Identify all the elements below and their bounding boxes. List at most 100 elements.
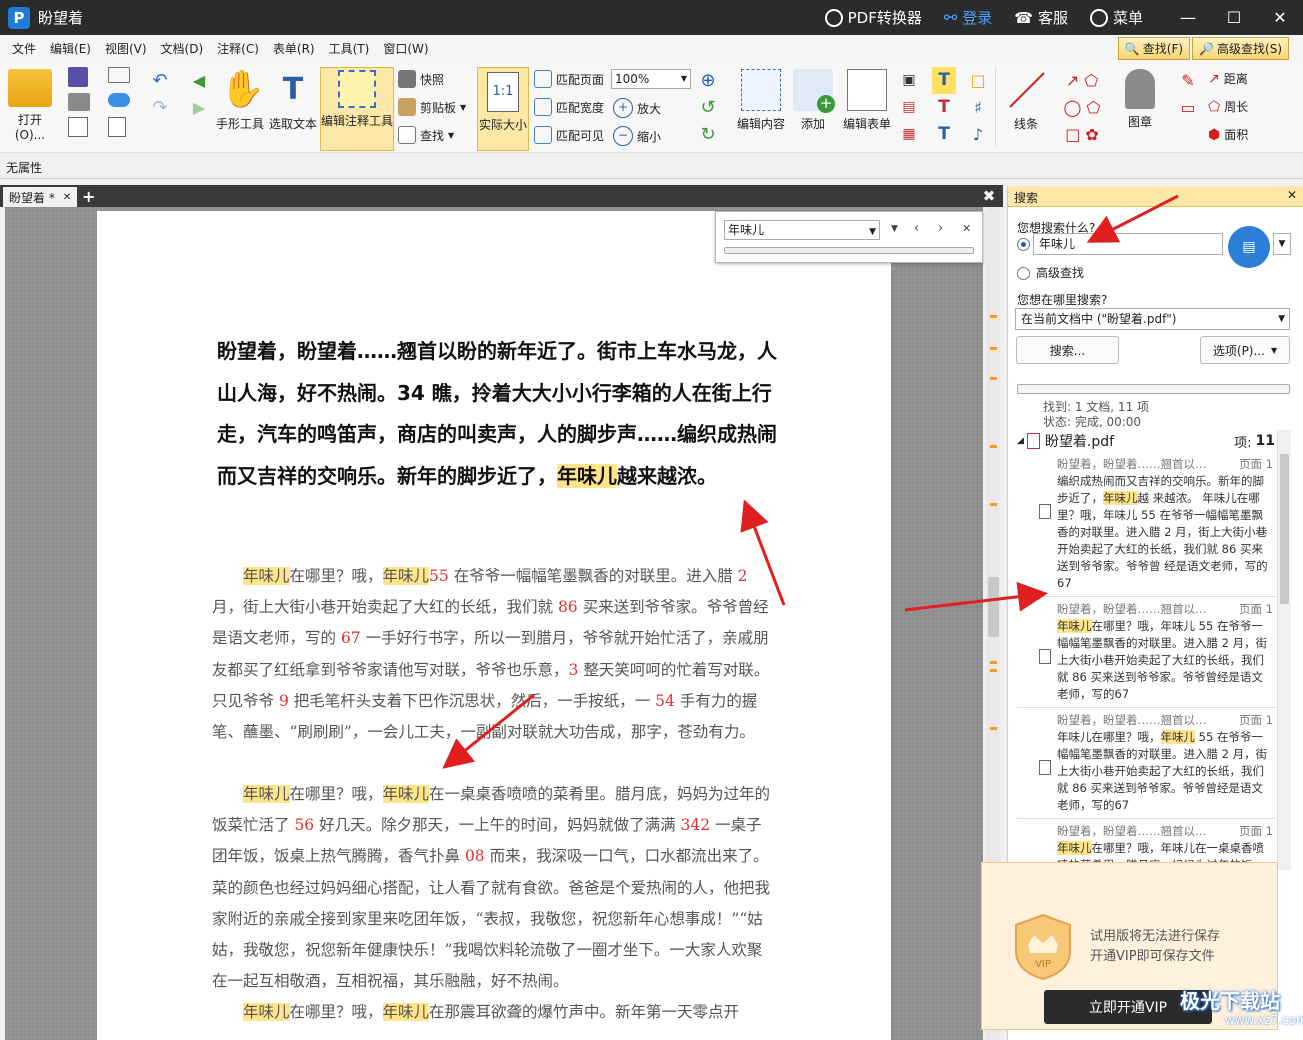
new-doc-icon[interactable]: [108, 117, 126, 137]
tab-document[interactable]: 盼望着 * ✕: [3, 187, 78, 207]
menu-window[interactable]: 窗口(W): [376, 40, 435, 57]
find-next-icon[interactable]: ›: [938, 221, 943, 236]
search-query-input[interactable]: 年味儿: [1033, 233, 1223, 255]
fit-page-button[interactable]: 匹配页面: [534, 70, 604, 88]
note-icon[interactable]: □: [966, 67, 990, 94]
eraser-icon[interactable]: ▭: [1176, 94, 1200, 121]
edit-form-button[interactable]: 编辑表单: [840, 69, 894, 132]
menu-file[interactable]: 文件: [5, 40, 43, 57]
pencil-icon[interactable]: ✎: [1176, 67, 1200, 94]
edit-content-button[interactable]: 编辑内容: [733, 69, 789, 132]
close-button[interactable]: ✕: [1257, 0, 1303, 35]
zoom-glass-icon[interactable]: ⊕: [696, 67, 720, 94]
select-text-button[interactable]: T 选取文本: [266, 69, 320, 132]
add-tab-button[interactable]: +: [82, 187, 95, 206]
search-panel-close-icon[interactable]: ✕: [1287, 188, 1297, 202]
search-go-button[interactable]: ▤: [1228, 226, 1270, 268]
search-result-item[interactable]: 盼望着，盼望着……翘首以… 页面 1 年味儿在哪里？哦，年味儿 55 在爷爷一幅幅笔…: [1017, 708, 1275, 819]
stamp-button[interactable]: 图章: [1118, 69, 1162, 130]
find-close-icon[interactable]: ✕: [962, 222, 971, 235]
scrollbar-thumb[interactable]: [988, 577, 999, 637]
save-icon[interactable]: [68, 67, 88, 87]
actual-size-button[interactable]: 1:1 实际大小: [477, 67, 529, 151]
rotate-left-icon[interactable]: ↺: [696, 94, 720, 121]
service-button[interactable]: ☎ 客服: [1014, 7, 1068, 28]
annotation-select-icon: [338, 70, 376, 108]
menu-tools[interactable]: 工具(T): [322, 40, 377, 57]
search-submit-button[interactable]: 搜索...: [1016, 336, 1119, 364]
find-button[interactable]: 🔍 查找(F): [1117, 37, 1191, 60]
search-tool-button[interactable]: 查找 ▼: [398, 126, 454, 144]
menu-view[interactable]: 视图(V): [98, 40, 154, 57]
text-field-icon[interactable]: ▣: [898, 67, 920, 94]
result-file-row[interactable]: ◢ 盼望着.pdf 项: 11: [1017, 430, 1275, 452]
print-icon[interactable]: [68, 93, 90, 111]
minimize-button[interactable]: —: [1165, 0, 1211, 35]
advanced-search-radio[interactable]: [1017, 267, 1030, 280]
zoom-select[interactable]: 100% ▼: [611, 69, 691, 89]
area-button[interactable]: ⬢ 面积: [1208, 126, 1248, 143]
advanced-find-button[interactable]: 🔎 高级查找(S): [1192, 37, 1289, 60]
find-options-icon[interactable]: ▼: [891, 224, 898, 234]
maximize-button[interactable]: ☐: [1211, 0, 1257, 35]
fit-visible-button[interactable]: 匹配可见: [534, 126, 604, 144]
hand-tool-button[interactable]: ✋ 手形工具: [214, 69, 266, 132]
edit-annotation-tool-button[interactable]: 编辑注释工具: [320, 67, 394, 151]
zoom-in-button[interactable]: + 放大: [613, 98, 661, 118]
results-scrollbar[interactable]: [1277, 430, 1291, 870]
back-icon[interactable]: ◀: [188, 67, 210, 94]
tab-close-icon[interactable]: ✕: [63, 192, 71, 203]
sound-icon[interactable]: ♪: [966, 121, 990, 148]
collapse-icon[interactable]: ◢: [1017, 436, 1024, 446]
ellipse-shape-icon[interactable]: ◯ ⬠: [1052, 94, 1112, 121]
search-query-dropdown[interactable]: ▼: [1273, 233, 1291, 255]
menu-comment[interactable]: 注释(C): [210, 40, 266, 57]
perimeter-button[interactable]: ⬠ 周长: [1208, 98, 1248, 115]
search-result-item[interactable]: 盼望着，盼望着……翘首以… 页面 1 编织成热闹而又吉祥的交响乐。新年的脚步近了，年…: [1017, 452, 1275, 597]
document-view[interactable]: 盼望着，盼望着……翘首以盼的新年近了。街市上车水马龙，人山人海，好不热闹。34 …: [5, 207, 983, 1040]
results-scroll-thumb[interactable]: [1280, 454, 1289, 604]
close-document-button[interactable]: ✖: [980, 187, 998, 205]
find-previous-icon[interactable]: ‹: [914, 221, 919, 236]
strikeout-icon[interactable]: T: [932, 94, 956, 121]
search-scope-select[interactable]: 在当前文档中 ("盼望着.pdf") ▼: [1015, 308, 1290, 330]
undo-icon[interactable]: ↶: [148, 67, 172, 94]
menu-form[interactable]: 表单(R): [266, 40, 322, 57]
rect-shape-icon[interactable]: □ ✿: [1052, 121, 1112, 148]
login-button[interactable]: ⚯ 登录: [944, 7, 992, 28]
typewriter-icon[interactable]: T: [932, 67, 956, 94]
window-title: 盼望着: [38, 9, 84, 27]
find-input[interactable]: 年味儿 ▼: [724, 220, 880, 240]
cloud-icon[interactable]: [108, 93, 130, 107]
basic-search-radio[interactable]: [1017, 238, 1030, 251]
lines-button[interactable]: 线条: [1000, 69, 1052, 132]
attach-icon[interactable]: ♯: [966, 94, 990, 121]
arrow-shape-icon[interactable]: ↗ ⬠: [1052, 67, 1112, 94]
redo-icon[interactable]: ↷: [148, 94, 172, 121]
fit-width-button[interactable]: 匹配宽度: [534, 98, 604, 116]
converter-icon: [824, 8, 843, 27]
rotate-right-icon[interactable]: ↻: [696, 121, 720, 148]
callout-icon[interactable]: ▦: [898, 121, 920, 148]
export-icon[interactable]: [68, 117, 88, 137]
pdf-converter-button[interactable]: PDF转换器: [824, 7, 922, 28]
advanced-search-option[interactable]: 高级查找: [1017, 264, 1084, 281]
menu-edit[interactable]: 编辑(E): [43, 40, 98, 57]
search-go-icon: ▤: [1242, 239, 1256, 255]
add-button[interactable]: + 添加: [791, 69, 835, 132]
distance-button[interactable]: ↗ 距离: [1208, 70, 1248, 87]
search-results-list[interactable]: 盼望着，盼望着……翘首以… 页面 1 编织成热闹而又吉祥的交响乐。新年的脚步近了，年…: [1017, 452, 1275, 872]
menu-button[interactable]: 菜单: [1089, 7, 1143, 28]
text-box-icon[interactable]: ▤: [898, 94, 920, 121]
find-history-dropdown-icon[interactable]: ▼: [869, 223, 876, 241]
clipboard-button[interactable]: 剪贴板 ▼: [398, 98, 466, 116]
snapshot-button[interactable]: 快照: [398, 70, 444, 88]
search-result-item[interactable]: 盼望着，盼望着……翘首以… 页面 1 年味儿在哪里？哦，年味儿 55 在爷爷一幅幅笔…: [1017, 597, 1275, 708]
forward-icon[interactable]: ▶: [188, 94, 210, 121]
underline-icon[interactable]: T: [932, 121, 956, 148]
email-icon[interactable]: [108, 67, 130, 83]
menu-document[interactable]: 文档(D): [154, 40, 211, 57]
search-options-button[interactable]: 选项(P)... ▼: [1200, 336, 1290, 364]
zoom-out-button[interactable]: − 缩小: [613, 126, 661, 146]
open-button[interactable]: 打开(O)...: [4, 69, 56, 142]
